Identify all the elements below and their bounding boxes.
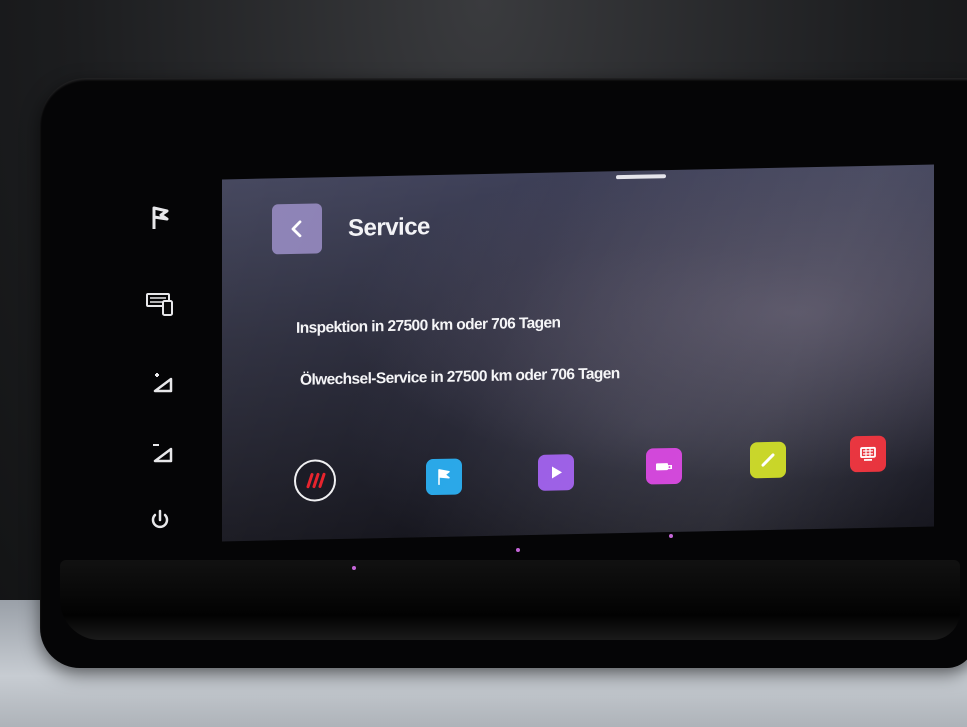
car-settings-icon (860, 446, 876, 461)
home-stripes-icon (306, 472, 326, 489)
indicator-dot (669, 534, 673, 538)
flag-icon (438, 469, 450, 485)
phone-icon (761, 453, 775, 467)
car-app-button[interactable] (646, 447, 682, 485)
home-button[interactable] (294, 459, 336, 502)
app-dock (294, 435, 894, 520)
oil-change-info: Ölwechsel-Service in 27500 km oder 706 T… (300, 365, 620, 389)
touch-screen: Service Inspektion in 27500 km oder 706 … (222, 164, 934, 542)
play-icon (552, 466, 562, 479)
dashboard-photo: Service Inspektion in 27500 km oder 706 … (0, 0, 967, 727)
media-app-button[interactable] (538, 454, 574, 491)
indicator-dot (352, 566, 356, 570)
side-button-strip (120, 150, 230, 590)
back-button[interactable] (272, 203, 322, 255)
car-icon (656, 463, 672, 471)
power-icon[interactable] (140, 500, 180, 540)
navigation-app-button[interactable] (426, 458, 462, 496)
inspection-info: Inspektion in 27500 km oder 706 Tagen (296, 314, 561, 337)
flag-icon[interactable] (140, 198, 180, 238)
phone-app-button[interactable] (750, 441, 786, 479)
car-settings-app-button[interactable] (850, 435, 886, 473)
volume-up-icon[interactable] (140, 362, 180, 402)
chevron-left-icon (291, 220, 302, 238)
keyboard-phone-icon[interactable] (140, 284, 180, 324)
indicator-dot (516, 548, 520, 552)
volume-down-icon[interactable] (140, 432, 180, 472)
pull-down-handle[interactable] (616, 174, 666, 180)
page-title: Service (348, 213, 430, 242)
